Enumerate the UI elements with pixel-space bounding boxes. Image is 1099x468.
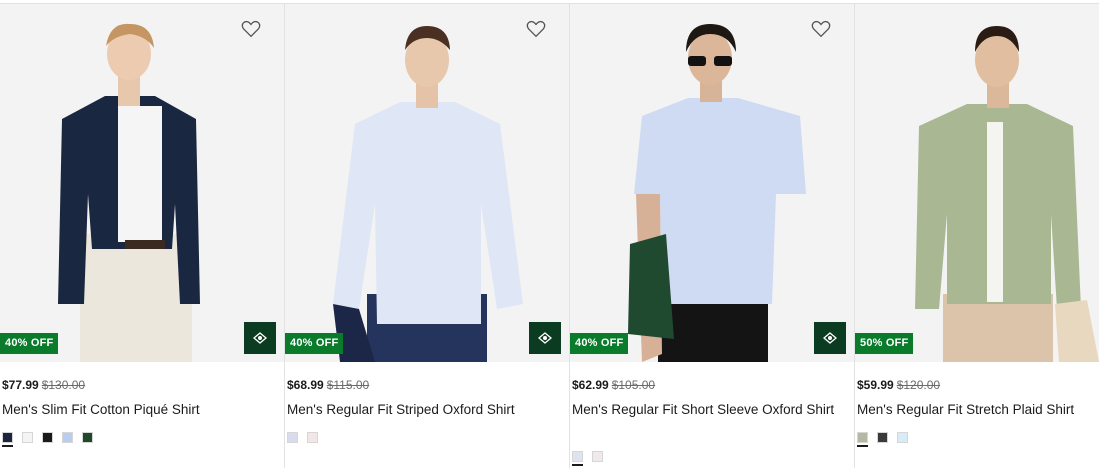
color-swatch[interactable] bbox=[877, 432, 888, 443]
eye-icon bbox=[252, 332, 268, 344]
price-row: $62.99 $105.00 bbox=[572, 378, 655, 392]
color-swatch[interactable] bbox=[307, 432, 318, 443]
eye-icon bbox=[822, 332, 838, 344]
color-swatch[interactable] bbox=[22, 432, 33, 443]
eye-icon bbox=[537, 332, 553, 344]
color-swatches bbox=[287, 432, 318, 443]
product-image[interactable]: 40% OFF bbox=[285, 4, 569, 362]
model-photo bbox=[570, 4, 854, 362]
price-row: $59.99 $120.00 bbox=[857, 378, 940, 392]
color-swatch[interactable] bbox=[42, 432, 53, 443]
product-name[interactable]: Men's Regular Fit Striped Oxford Shirt bbox=[287, 400, 562, 419]
sale-price: $59.99 bbox=[857, 378, 894, 392]
wishlist-heart-icon[interactable] bbox=[240, 18, 262, 40]
sale-price: $68.99 bbox=[287, 378, 324, 392]
wishlist-heart-icon[interactable] bbox=[525, 18, 547, 40]
color-swatches bbox=[572, 451, 603, 466]
quick-view-button[interactable] bbox=[244, 322, 276, 354]
color-swatch[interactable] bbox=[897, 432, 908, 443]
price-row: $68.99 $115.00 bbox=[287, 378, 369, 392]
color-swatch[interactable] bbox=[857, 432, 868, 447]
product-name[interactable]: Men's Slim Fit Cotton Piqué Shirt bbox=[2, 400, 277, 419]
discount-badge: 40% OFF bbox=[0, 333, 59, 354]
model-photo bbox=[285, 4, 569, 362]
product-image[interactable]: 40% OFF bbox=[0, 4, 284, 362]
discount-badge: 50% OFF bbox=[855, 333, 914, 354]
product-card[interactable]: 40% OFF $62.99 $105.00 Men's Regular Fit … bbox=[570, 4, 855, 468]
original-price: $120.00 bbox=[896, 378, 941, 392]
color-swatches bbox=[857, 432, 908, 447]
product-card[interactable]: 40% OFF $68.99 $115.00 Men's Regular Fit … bbox=[285, 4, 570, 468]
shirt-shape bbox=[333, 102, 523, 324]
discount-badge: 40% OFF bbox=[285, 333, 344, 354]
product-name[interactable]: Men's Regular Fit Short Sleeve Oxford Sh… bbox=[572, 400, 847, 419]
color-swatch[interactable] bbox=[287, 432, 298, 443]
original-price: $115.00 bbox=[326, 378, 370, 392]
original-price: $105.00 bbox=[611, 378, 656, 392]
color-swatch[interactable] bbox=[572, 451, 583, 466]
product-card[interactable]: 40% OFF $77.99 $130.00 Men's Slim Fit Cot… bbox=[0, 4, 285, 468]
color-swatch[interactable] bbox=[62, 432, 73, 443]
sale-price: $77.99 bbox=[2, 378, 39, 392]
quick-view-button[interactable] bbox=[814, 322, 846, 354]
price-row: $77.99 $130.00 bbox=[2, 378, 85, 392]
model-photo bbox=[0, 4, 284, 362]
product-image[interactable]: 50% OFF bbox=[855, 4, 1099, 362]
wishlist-heart-icon[interactable] bbox=[810, 18, 832, 40]
quick-view-button[interactable] bbox=[529, 322, 561, 354]
product-card[interactable]: 50% OFF $59.99 $120.00 Men's Regular Fit … bbox=[855, 4, 1099, 468]
product-grid: 40% OFF $77.99 $130.00 Men's Slim Fit Cot… bbox=[0, 3, 1099, 468]
color-swatch[interactable] bbox=[82, 432, 93, 443]
sale-price: $62.99 bbox=[572, 378, 609, 392]
original-price: $130.00 bbox=[41, 378, 86, 392]
discount-badge: 40% OFF bbox=[570, 333, 629, 354]
color-swatches bbox=[2, 432, 93, 447]
color-swatch[interactable] bbox=[2, 432, 13, 447]
product-image[interactable]: 40% OFF bbox=[570, 4, 854, 362]
model-photo bbox=[855, 4, 1099, 362]
product-name[interactable]: Men's Regular Fit Stretch Plaid Shirt bbox=[857, 400, 1099, 419]
color-swatch[interactable] bbox=[592, 451, 603, 462]
